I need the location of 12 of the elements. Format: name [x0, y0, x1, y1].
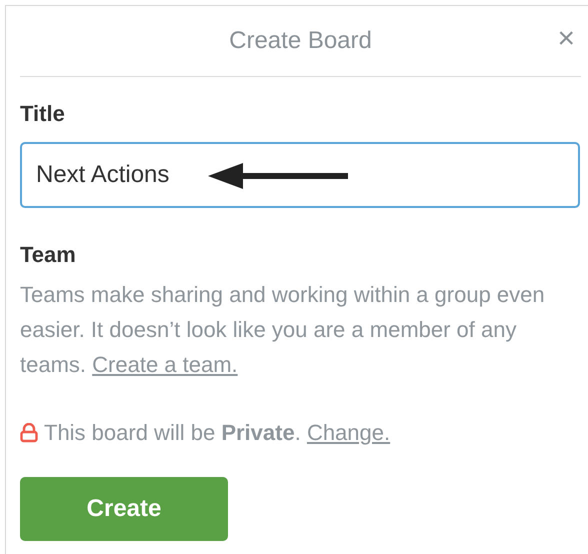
section-label: Team — [20, 241, 77, 269]
change-link[interactable]: Change. — [306, 420, 390, 445]
create-team-link[interactable]: Create a team. — [92, 352, 238, 377]
visibility-note: This board will be Private. Change. — [44, 419, 390, 447]
lock-icon — [20, 422, 38, 442]
create-button[interactable]: Create — [20, 477, 228, 541]
title-input-field[interactable]: Next Actions — [20, 142, 580, 208]
dialog-title: Create Board — [229, 26, 372, 56]
field-label: Title — [20, 100, 66, 128]
close-button[interactable]: × — [557, 24, 575, 54]
left-arrow-icon — [208, 163, 348, 189]
team-description: Teams make sharing and working within a group even easier. It doesn’t look like you are a member of any teams. Create a team. — [20, 281, 546, 379]
